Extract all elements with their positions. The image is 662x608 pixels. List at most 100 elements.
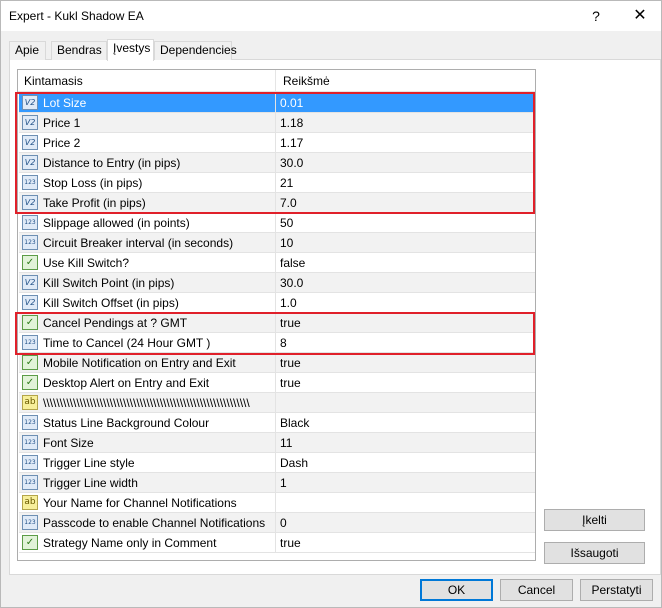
column-header-value[interactable]: Reikšmė [283, 74, 330, 88]
cell-divider [275, 113, 276, 133]
inputs-grid: Kintamasis Reikšmė V2 Lot Size 0.01 V2 Price… [17, 69, 536, 561]
cell-divider [275, 493, 276, 513]
double-icon: V2 [22, 135, 38, 150]
variable-name: Lot Size [43, 96, 87, 110]
table-row[interactable]: ab \\\\\\\\\\\\\\\\\\\\\\\\\\\\\\\\\\\\\\… [19, 393, 535, 413]
cell-divider [275, 333, 276, 353]
bool-icon: ✓ [22, 255, 38, 270]
variable-value[interactable]: 30.0 [280, 156, 303, 170]
integer-icon: 123 [22, 475, 38, 490]
variable-value[interactable]: Dash [280, 456, 308, 470]
table-row[interactable]: V2 Price 2 1.17 [19, 133, 535, 153]
cell-divider [275, 513, 276, 533]
double-icon: V2 [22, 95, 38, 110]
tab-bendras[interactable]: Bendras [51, 41, 107, 60]
table-row[interactable]: 123 Time to Cancel (24 Hour GMT ) 8 [19, 333, 535, 353]
variable-value[interactable]: 30.0 [280, 276, 303, 290]
table-row[interactable]: V2 Price 1 1.18 [19, 113, 535, 133]
variable-name: Trigger Line style [43, 456, 135, 470]
variable-name: Distance to Entry (in pips) [43, 156, 181, 170]
integer-icon: 123 [22, 235, 38, 250]
table-row[interactable]: V2 Lot Size 0.01 [19, 93, 535, 113]
table-row[interactable]: 123 Circuit Breaker interval (in seconds)… [19, 233, 535, 253]
variable-value[interactable]: true [280, 316, 301, 330]
integer-icon: 123 [22, 215, 38, 230]
bool-icon: ✓ [22, 535, 38, 550]
variable-value[interactable]: 7.0 [280, 196, 297, 210]
table-row[interactable]: 123 Slippage allowed (in points) 50 [19, 213, 535, 233]
cell-divider [275, 93, 276, 113]
variable-value[interactable]: 21 [280, 176, 293, 190]
cell-divider [275, 293, 276, 313]
table-row[interactable]: ✓ Mobile Notification on Entry and Exit tr… [19, 353, 535, 373]
tab-ivestys[interactable]: Įvestys [107, 39, 154, 61]
table-row[interactable]: V2 Distance to Entry (in pips) 30.0 [19, 153, 535, 173]
table-row[interactable]: 123 Passcode to enable Channel Notificati… [19, 513, 535, 533]
variable-value[interactable]: 1.18 [280, 116, 303, 130]
string-icon: ab [22, 395, 38, 410]
variable-value[interactable]: 10 [280, 236, 293, 250]
help-icon[interactable]: ? [581, 5, 611, 27]
integer-icon: 123 [22, 175, 38, 190]
variable-name: Status Line Background Colour [43, 416, 210, 430]
table-row[interactable]: V2 Take Profit (in pips) 7.0 [19, 193, 535, 213]
double-icon: V2 [22, 275, 38, 290]
variable-name: Strategy Name only in Comment [43, 536, 217, 550]
variable-value[interactable]: true [280, 536, 301, 550]
cell-divider [275, 213, 276, 233]
table-row[interactable]: V2 Kill Switch Offset (in pips) 1.0 [19, 293, 535, 313]
variable-value[interactable]: 0.01 [280, 96, 303, 110]
column-header-variable[interactable]: Kintamasis [24, 74, 83, 88]
expert-dialog: Expert - Kukl Shadow EA ? ✕ Apie Bendras… [0, 0, 662, 608]
variable-name: Cancel Pendings at ? GMT [43, 316, 188, 330]
variable-value[interactable]: 8 [280, 336, 287, 350]
table-row[interactable]: 123 Status Line Background Colour Black [19, 413, 535, 433]
variable-name: Your Name for Channel Notifications [43, 496, 237, 510]
close-icon[interactable]: ✕ [625, 5, 655, 27]
save-button[interactable]: Išsaugoti [544, 542, 645, 564]
cell-divider [275, 533, 276, 553]
ok-button[interactable]: OK [420, 579, 493, 601]
title-bar: Expert - Kukl Shadow EA ? ✕ [1, 1, 661, 31]
integer-icon: 123 [22, 415, 38, 430]
table-row[interactable]: 123 Stop Loss (in pips) 21 [19, 173, 535, 193]
double-icon: V2 [22, 155, 38, 170]
variable-name: Passcode to enable Channel Notifications [43, 516, 266, 530]
cell-divider [275, 373, 276, 393]
variable-value[interactable]: 0 [280, 516, 287, 530]
table-row[interactable]: ab Your Name for Channel Notifications [19, 493, 535, 513]
variable-value[interactable]: true [280, 356, 301, 370]
variable-name: Mobile Notification on Entry and Exit [43, 356, 236, 370]
variable-value[interactable]: false [280, 256, 305, 270]
string-icon: ab [22, 495, 38, 510]
table-row[interactable]: ✓ Strategy Name only in Comment true [19, 533, 535, 553]
variable-value[interactable]: Black [280, 416, 309, 430]
variable-name: Trigger Line width [43, 476, 138, 490]
variable-value[interactable]: true [280, 376, 301, 390]
cell-divider [275, 153, 276, 173]
table-row[interactable]: V2 Kill Switch Point (in pips) 30.0 [19, 273, 535, 293]
variable-name: Circuit Breaker interval (in seconds) [43, 236, 234, 250]
table-row[interactable]: 123 Trigger Line style Dash [19, 453, 535, 473]
table-row[interactable]: ✓ Cancel Pendings at ? GMT true [19, 313, 535, 333]
tab-apie[interactable]: Apie [9, 41, 46, 60]
table-row[interactable]: 123 Font Size 11 [19, 433, 535, 453]
variable-value[interactable]: 11 [280, 436, 292, 450]
integer-icon: 123 [22, 435, 38, 450]
tab-dependencies[interactable]: Dependencies [154, 41, 237, 60]
cancel-button[interactable]: Cancel [500, 579, 573, 601]
reset-button[interactable]: Perstatyti [580, 579, 653, 601]
variable-value[interactable]: 1.17 [280, 136, 303, 150]
variable-value[interactable]: 50 [280, 216, 293, 230]
cell-divider [275, 313, 276, 333]
variable-value[interactable]: 1.0 [280, 296, 297, 310]
column-divider[interactable] [275, 70, 276, 92]
variable-value[interactable]: 1 [280, 476, 287, 490]
grid-header: Kintamasis Reikšmė [18, 70, 535, 92]
cell-divider [275, 133, 276, 153]
table-row[interactable]: 123 Trigger Line width 1 [19, 473, 535, 493]
table-row[interactable]: ✓ Desktop Alert on Entry and Exit true [19, 373, 535, 393]
variable-name: Kill Switch Point (in pips) [43, 276, 175, 290]
table-row[interactable]: ✓ Use Kill Switch? false [19, 253, 535, 273]
load-button[interactable]: Įkelti [544, 509, 645, 531]
